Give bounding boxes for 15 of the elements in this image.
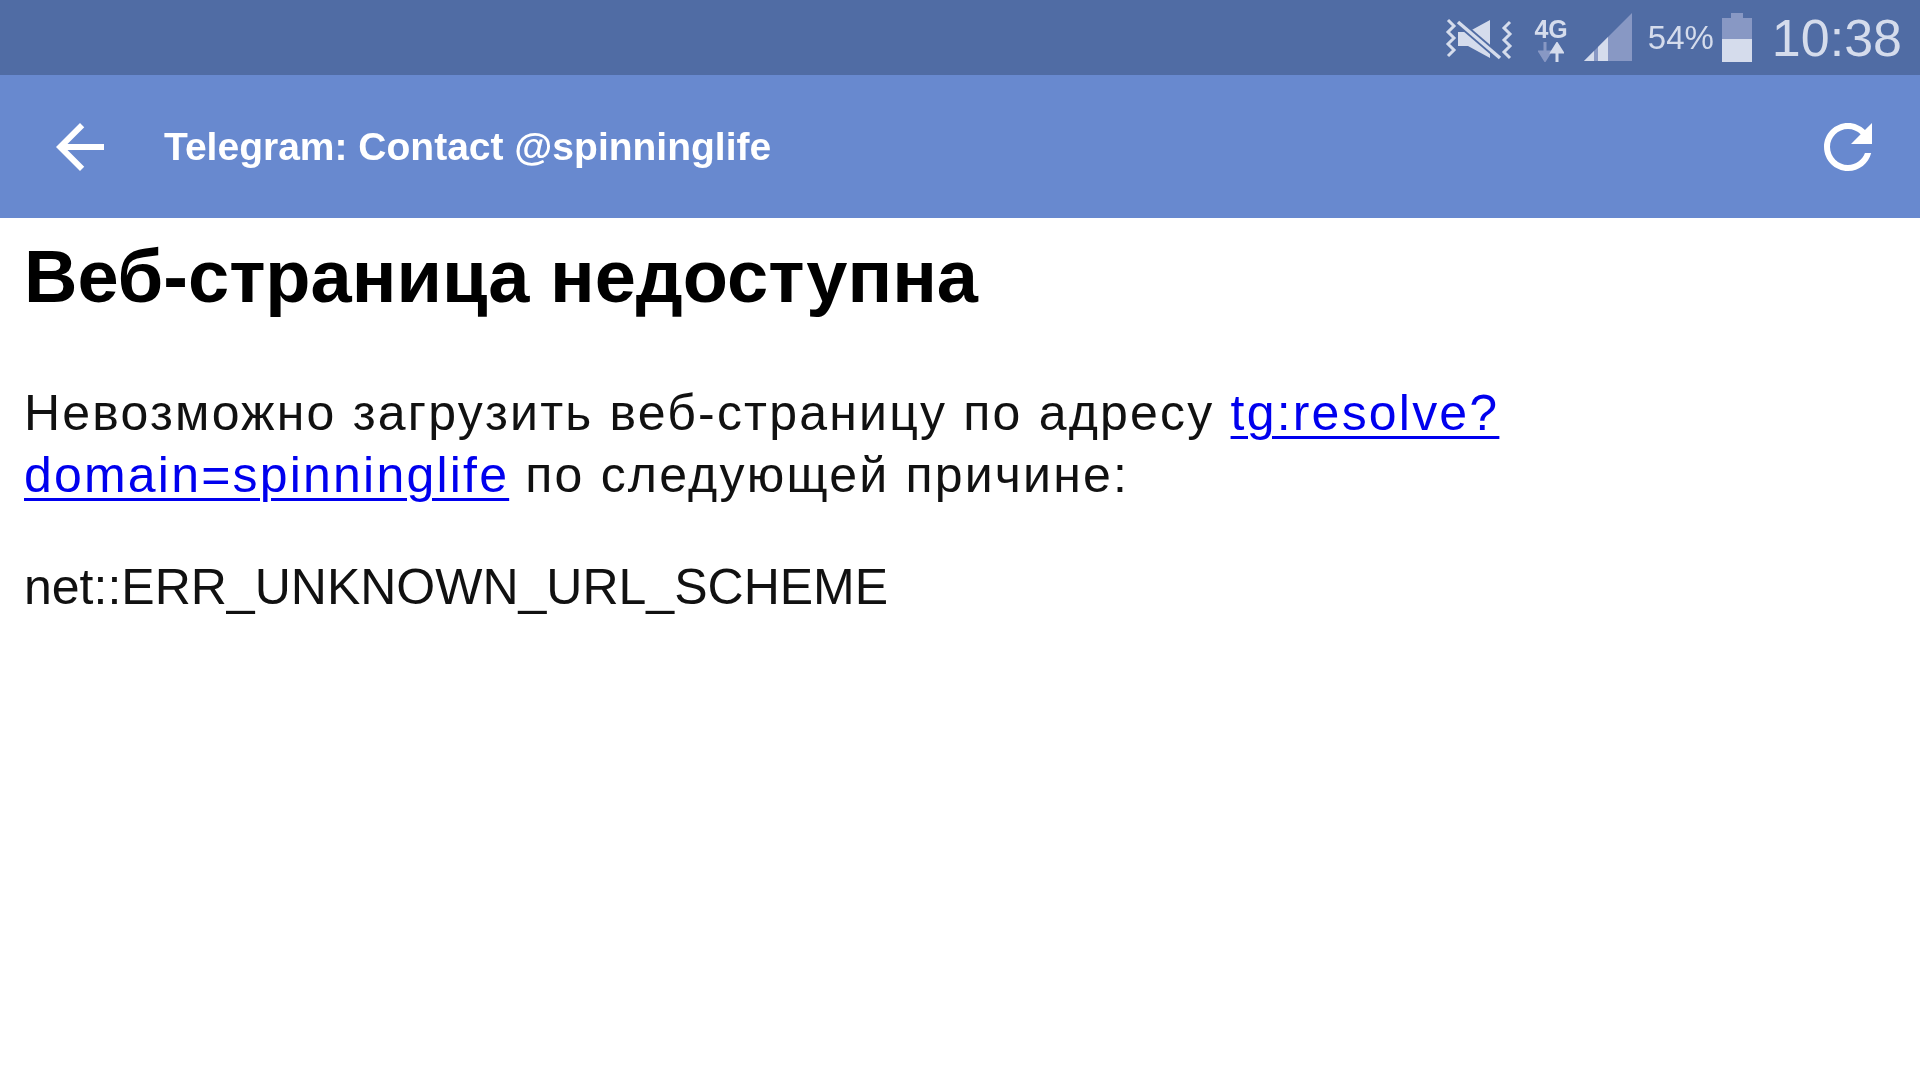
network-type-label: 4G [1534, 15, 1568, 42]
refresh-icon [1824, 122, 1872, 171]
vibrate-mute-icon [1444, 17, 1515, 60]
url-link[interactable]: tg:resolve? [1230, 382, 1500, 444]
error-message: Невозможно загрузить веб-страницу по адресу tg:resolve? domain=spinninglife по следующей причине: [24, 382, 1896, 506]
back-arrow-icon [56, 122, 104, 171]
error-code: net::ERR_UNKNOWN_URL_SCHEME [24, 558, 889, 617]
data-arrows-icon [1538, 41, 1565, 62]
page-title: Telegram: Contact @spinninglife [164, 123, 772, 170]
url-link[interactable]: domain=spinninglife [24, 444, 510, 506]
signal-strength-icon [1583, 12, 1632, 61]
error-heading: Веб-страница недоступна [24, 238, 978, 316]
battery-icon [1721, 13, 1752, 62]
clock-time: 10:38 [1771, 7, 1902, 68]
battery-percentage: 54% [1647, 17, 1714, 58]
